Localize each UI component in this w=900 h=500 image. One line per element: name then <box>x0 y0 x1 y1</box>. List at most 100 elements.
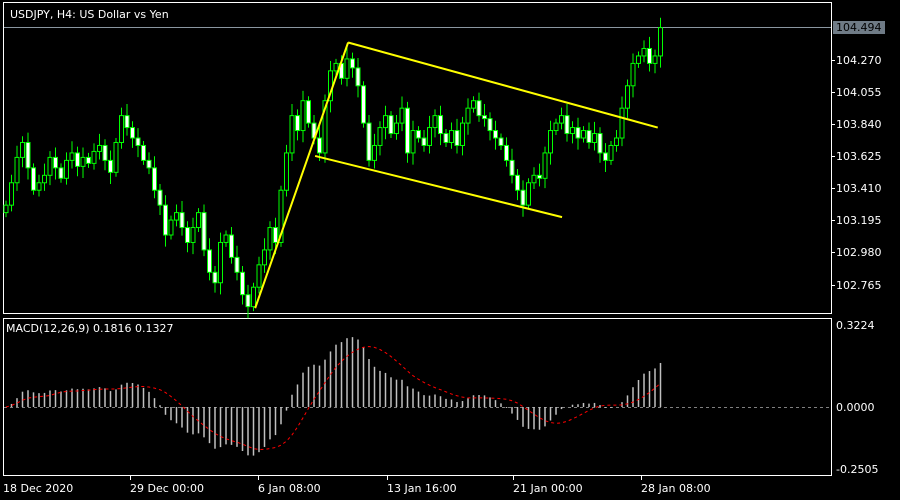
macd-tick: -0.2505 <box>836 463 879 476</box>
price-tick: 103.625 <box>836 150 882 163</box>
candle-body <box>229 234 234 258</box>
time-label: 29 Dec 00:00 <box>130 482 204 495</box>
candle-body <box>119 115 124 143</box>
candle-body <box>240 271 245 296</box>
chart-canvas[interactable] <box>0 0 900 500</box>
candle-body <box>251 286 256 308</box>
trendlines[interactable] <box>254 41 659 309</box>
candle-body <box>647 47 652 64</box>
candle-body <box>449 130 454 143</box>
candle-body <box>537 174 542 179</box>
price-tick: 102.765 <box>836 279 882 292</box>
current-price-label: 104.494 <box>833 21 885 34</box>
candle-body <box>465 107 471 124</box>
candle-body <box>201 212 207 251</box>
candle-body <box>14 156 20 184</box>
candle-body <box>20 141 25 158</box>
candle-body <box>597 133 603 154</box>
candle-body <box>619 107 625 139</box>
candle-body <box>416 130 421 139</box>
candle-body <box>526 182 531 206</box>
candle-body <box>460 122 465 146</box>
candle-body <box>421 137 427 146</box>
candle-body <box>344 58 350 79</box>
candle-body <box>366 122 372 161</box>
candle-body <box>102 144 108 161</box>
candle-body <box>245 294 251 308</box>
candle-body <box>53 156 58 169</box>
candle-body <box>212 271 218 284</box>
candle-body <box>80 156 86 167</box>
candle-body <box>355 67 361 87</box>
candle-body <box>130 127 135 139</box>
candle-body <box>559 115 564 124</box>
price-tick: 104.270 <box>836 54 882 67</box>
candle-body <box>350 58 355 69</box>
candle-body <box>42 174 47 184</box>
candle-body <box>383 115 388 129</box>
candle-body <box>361 85 366 124</box>
candle-body <box>168 219 174 236</box>
candle-body <box>135 137 141 146</box>
candle-body <box>146 159 152 169</box>
candle-body <box>234 256 240 273</box>
time-label: 28 Jan 08:00 <box>641 482 711 495</box>
price-tick: 104.055 <box>836 86 882 99</box>
candle-body <box>564 115 570 135</box>
candle-body <box>652 55 658 64</box>
time-label: 13 Jan 16:00 <box>387 482 457 495</box>
candle-body <box>207 249 212 273</box>
candle-body <box>471 100 476 109</box>
candle-body <box>295 115 300 132</box>
candle-body <box>454 130 460 146</box>
macd-histogram <box>10 337 662 456</box>
candle-body <box>394 122 399 135</box>
candle-body <box>570 127 575 135</box>
candle-body <box>498 137 504 146</box>
candle-body <box>317 137 322 154</box>
candle-body <box>75 152 80 167</box>
macd-tick: 0.0000 <box>836 401 875 414</box>
candle-body <box>608 144 614 161</box>
main-panel-frame <box>3 2 832 314</box>
trendline <box>314 154 563 219</box>
macd-tick: 0.3224 <box>836 319 875 332</box>
candle-body <box>509 159 515 176</box>
chart-title: USDJPY, H4: US Dollar vs Yen <box>10 8 169 21</box>
signal-line <box>5 346 661 451</box>
candle-body <box>658 27 663 57</box>
candle-body <box>438 115 443 135</box>
candle-body <box>163 204 168 236</box>
candle-body <box>641 47 647 57</box>
candle-body <box>515 174 520 191</box>
candle-body <box>262 249 267 266</box>
candle-body <box>592 133 597 143</box>
price-tick: 103.410 <box>836 182 882 195</box>
candle-body <box>157 189 163 206</box>
candle-body <box>306 100 311 124</box>
candle-body <box>487 118 493 132</box>
candle-body <box>399 107 405 124</box>
price-tick: 103.195 <box>836 214 882 227</box>
candle-body <box>388 115 394 135</box>
candle-body <box>410 130 416 154</box>
candle-body <box>113 141 119 173</box>
candle-body <box>377 127 383 146</box>
candle-body <box>636 55 641 64</box>
candle-body <box>372 144 377 161</box>
trendline <box>347 41 659 129</box>
candle-body <box>289 115 295 154</box>
candle-body <box>36 182 42 191</box>
candle-body <box>256 264 262 288</box>
candle-body <box>300 100 306 132</box>
candle-body <box>625 85 630 109</box>
candle-body <box>482 115 487 120</box>
candle-body <box>405 107 410 154</box>
candle-body <box>174 212 179 221</box>
candle-body <box>91 150 97 164</box>
candle-body <box>58 167 64 179</box>
candle-body <box>124 115 130 129</box>
candle-body <box>553 122 559 132</box>
candle-body <box>141 144 146 161</box>
candle-body <box>603 152 608 161</box>
